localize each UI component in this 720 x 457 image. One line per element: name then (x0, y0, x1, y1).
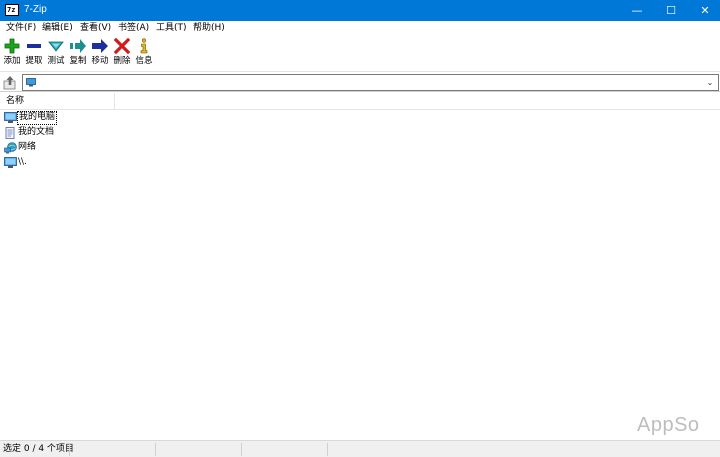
minus-icon (27, 44, 41, 48)
maximize-button[interactable]: ☐ (654, 0, 688, 21)
menu-bar: 文件(F) 编辑(E) 查看(V) 书签(A) 工具(T) 帮助(H) (0, 21, 720, 36)
status-segment (0, 443, 70, 456)
up-folder-button[interactable] (2, 75, 18, 90)
document-icon (5, 127, 15, 139)
chevron-down-icon: ⌄ (706, 78, 714, 87)
minimize-button[interactable]: — (620, 0, 654, 21)
up-arrow-folder-icon (3, 76, 16, 90)
title-bar: 7z 7-Zip — ☐ ✕ (0, 0, 720, 21)
check-icon (48, 41, 64, 52)
menu-file[interactable]: 文件(F) (6, 23, 36, 34)
status-segment (242, 443, 328, 456)
toolbar: 添加 提取 测试 复制 移动 删除 信息 (0, 36, 720, 72)
status-segment (156, 443, 242, 456)
list-item-label: 网络 (18, 142, 37, 152)
computer-icon (26, 78, 36, 87)
address-dropdown-button[interactable]: ⌄ (704, 76, 716, 89)
address-bar: ⌄ (0, 73, 720, 92)
menu-edit[interactable]: 编辑(E) (42, 23, 73, 34)
copy-arrow-icon (70, 39, 86, 53)
status-bar: 选定 0 / 4 个项目 (0, 440, 720, 457)
list-item-label: 我的文档 (18, 127, 55, 137)
app-7zip-icon[interactable]: 7z (5, 4, 19, 16)
network-icon (4, 142, 17, 154)
info-icon (140, 38, 148, 54)
status-segment (70, 443, 156, 456)
list-header: 名称 (0, 93, 720, 110)
window-title: 7-Zip (24, 4, 47, 15)
computer-icon (4, 157, 17, 168)
menu-tools[interactable]: 工具(T) (156, 23, 187, 34)
delete-x-icon (114, 38, 130, 54)
column-header-name[interactable]: 名称 (0, 93, 115, 110)
list-item-label: 我的电脑 (17, 111, 58, 125)
info-button[interactable]: 信息 (133, 38, 155, 70)
info-label: 信息 (135, 56, 153, 66)
list-item-label: \\. (18, 157, 27, 167)
menu-view[interactable]: 查看(V) (80, 23, 111, 34)
computer-icon (4, 112, 17, 123)
appso-watermark: AppSo (637, 414, 700, 436)
close-button[interactable]: ✕ (688, 0, 720, 21)
move-arrow-icon (92, 39, 108, 53)
address-input[interactable]: ⌄ (22, 74, 719, 91)
menu-help[interactable]: 帮助(H) (193, 23, 225, 34)
menu-bookmarks[interactable]: 书签(A) (118, 23, 149, 34)
plus-icon (4, 38, 20, 54)
